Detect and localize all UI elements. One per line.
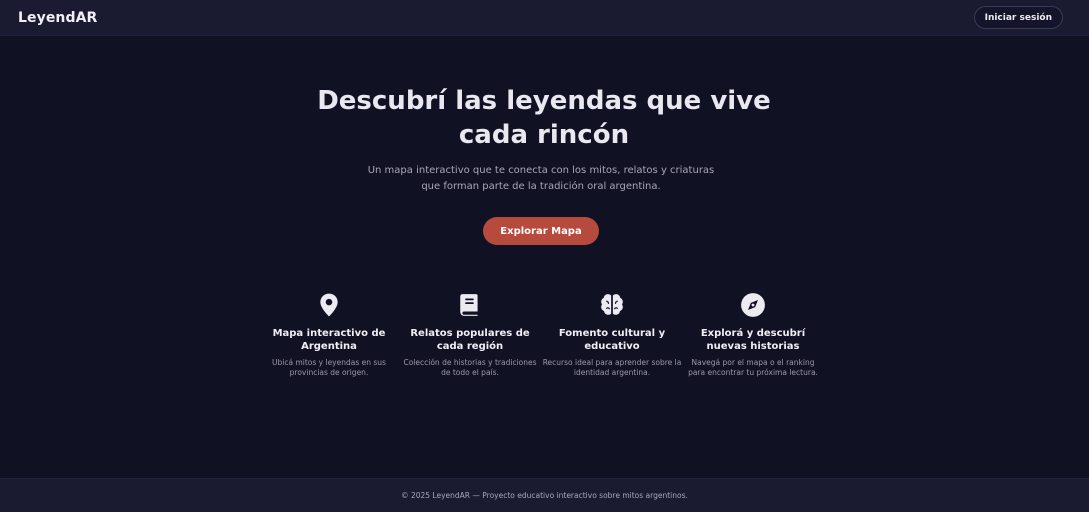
login-button[interactable]: Iniciar sesión [973, 6, 1063, 29]
book-icon [460, 294, 478, 316]
feature-card-explore: Explorá y descubrí nuevas historias Nave… [683, 292, 823, 378]
brain-icon [601, 294, 623, 315]
compass-icon [741, 293, 765, 317]
feature-card-stories: Relatos populares de cada región Colecci… [400, 292, 540, 378]
hero-subtitle: Un mapa interactivo que te conecta con l… [367, 165, 715, 192]
feature-title: Relatos populares de cada región [410, 328, 530, 352]
feature-card-map: Mapa interactivo de Argentina Ubicá mito… [259, 292, 399, 378]
feature-title: Explorá y descubrí nuevas historias [700, 328, 806, 352]
hero-title: Descubrí las leyendas que vive cada rinc… [317, 86, 771, 150]
feature-description: Ubicá mitos y leyendas en sus provincias… [272, 358, 386, 377]
feature-card-culture: Fomento cultural y educativo Recurso ide… [542, 292, 682, 378]
brand-logo[interactable]: LeyendAR [18, 10, 97, 26]
feature-description: Recurso ideal para aprender sobre la ide… [542, 358, 682, 377]
map-pin-icon [320, 293, 338, 317]
explore-map-button[interactable]: Explorar Mapa [483, 217, 599, 245]
hero-section: Descubrí las leyendas que vive cada rinc… [0, 36, 1089, 478]
feature-title: Fomento cultural y educativo [558, 328, 666, 352]
top-navbar: LeyendAR Iniciar sesión [0, 0, 1089, 36]
feature-description: Colección de historias y tradiciones de … [403, 358, 537, 377]
footer-text: © 2025 LeyendAR — Proyecto educativo int… [401, 491, 688, 500]
feature-title: Mapa interactivo de Argentina [272, 328, 386, 352]
page-footer: © 2025 LeyendAR — Proyecto educativo int… [0, 478, 1089, 512]
feature-description: Navegá por el mapa o el ranking para enc… [688, 358, 818, 377]
